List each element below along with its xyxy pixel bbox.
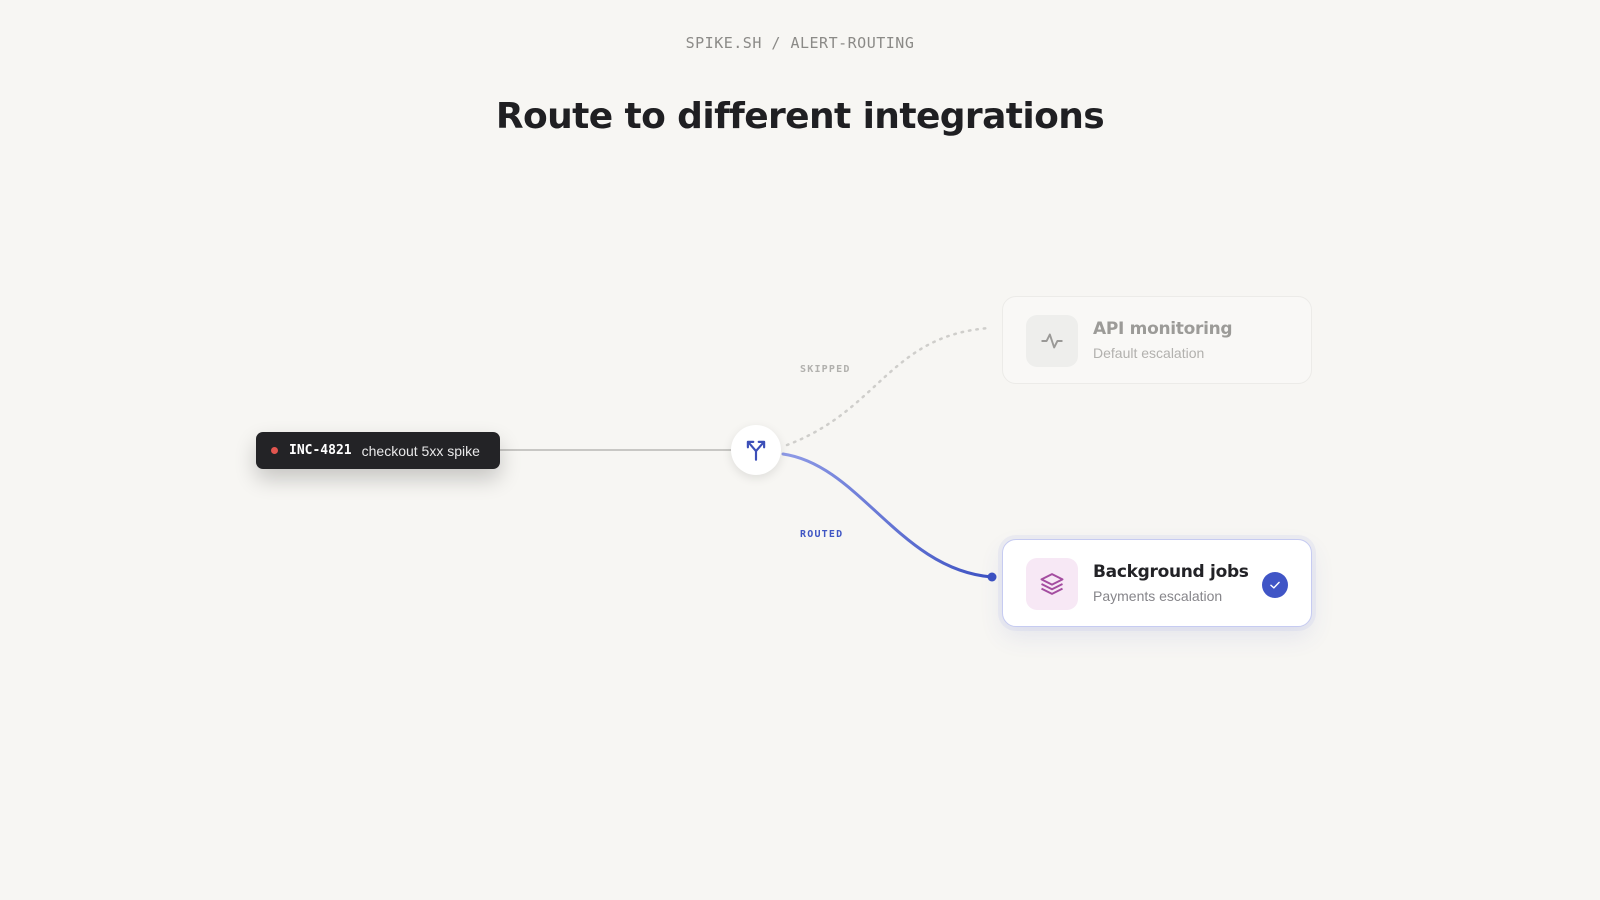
- integration-card-background-jobs[interactable]: Background jobs Payments escalation: [1002, 539, 1312, 627]
- integration-subtitle: Payments escalation: [1093, 588, 1223, 604]
- routed-edge-label: ROUTED: [800, 529, 844, 540]
- skipped-connector: [785, 326, 992, 447]
- split-arrow-icon: [746, 440, 766, 461]
- routed-connector: [781, 452, 994, 579]
- incident-id: INC-4821: [289, 443, 352, 458]
- incident-description: checkout 5xx spike: [361, 442, 480, 459]
- incident-pill[interactable]: INC-4821 checkout 5xx spike: [256, 432, 500, 469]
- router-node[interactable]: [731, 425, 781, 475]
- integration-title: Background jobs: [1093, 562, 1249, 582]
- integration-title: API monitoring: [1093, 319, 1233, 339]
- routing-connectors: [500, 326, 997, 582]
- skipped-edge-label: SKIPPED: [800, 364, 851, 375]
- integration-subtitle: Default escalation: [1093, 345, 1205, 361]
- layers-stack-icon: [1026, 558, 1078, 610]
- activity-pulse-icon: [1026, 315, 1078, 367]
- status-dot-icon: [271, 447, 278, 454]
- check-icon: [1262, 572, 1288, 598]
- integration-card-api-monitoring[interactable]: API monitoring Default escalation: [1002, 296, 1312, 384]
- routed-connector-endpoint: [987, 572, 997, 582]
